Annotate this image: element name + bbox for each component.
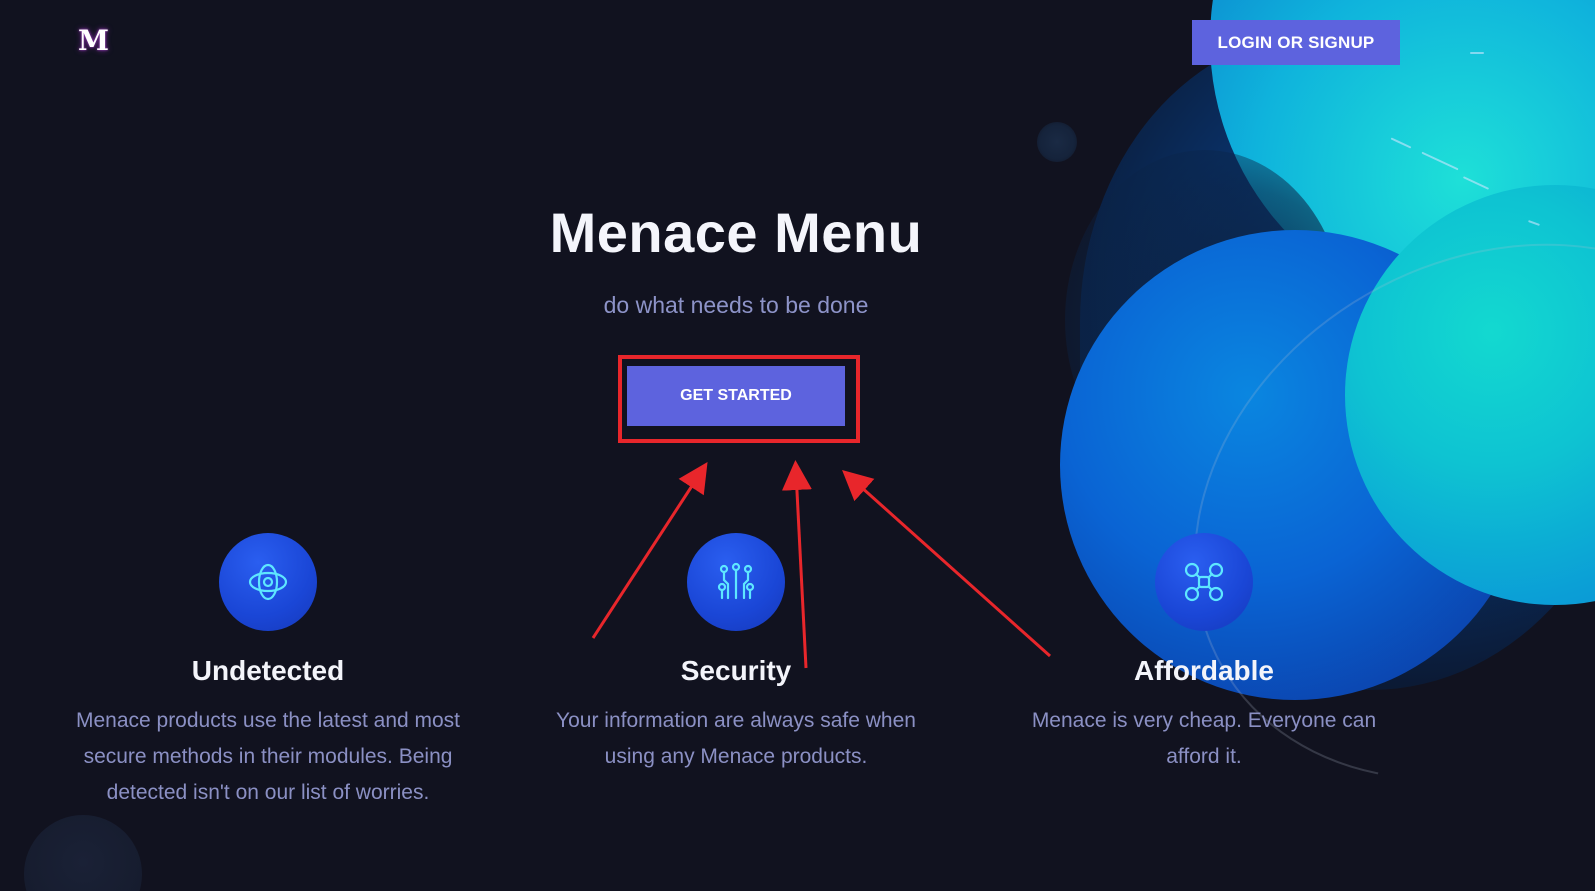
background-ring	[24, 815, 142, 891]
feature-title: Affordable	[1134, 655, 1274, 686]
orbit-icon	[219, 533, 317, 631]
feature-description: Your information are always safe when us…	[556, 709, 916, 768]
background-speck	[1470, 52, 1484, 54]
page-title: Menace Menu	[549, 201, 923, 264]
feature-title: Undetected	[191, 655, 345, 686]
feature-title: Security	[680, 655, 792, 686]
feature-card-undetected: Undetected Menace products use the lates…	[68, 533, 468, 811]
page-subtitle: do what needs to be done	[603, 292, 869, 318]
brand-logo[interactable]: M	[78, 24, 109, 58]
login-signup-button[interactable]: LOGIN OR SIGNUP	[1192, 20, 1400, 65]
feature-description: Menace products use the latest and most …	[75, 709, 461, 804]
drone-icon	[1155, 533, 1253, 631]
get-started-button[interactable]: GET STARTED	[627, 366, 845, 426]
circuit-icon	[687, 533, 785, 631]
feature-description: Menace is very cheap. Everyone can affor…	[1031, 709, 1377, 768]
background-ring	[1037, 122, 1077, 162]
feature-card-affordable: Affordable Menace is very cheap. Everyon…	[1004, 533, 1404, 775]
feature-card-security: Security Your information are always saf…	[536, 533, 936, 775]
